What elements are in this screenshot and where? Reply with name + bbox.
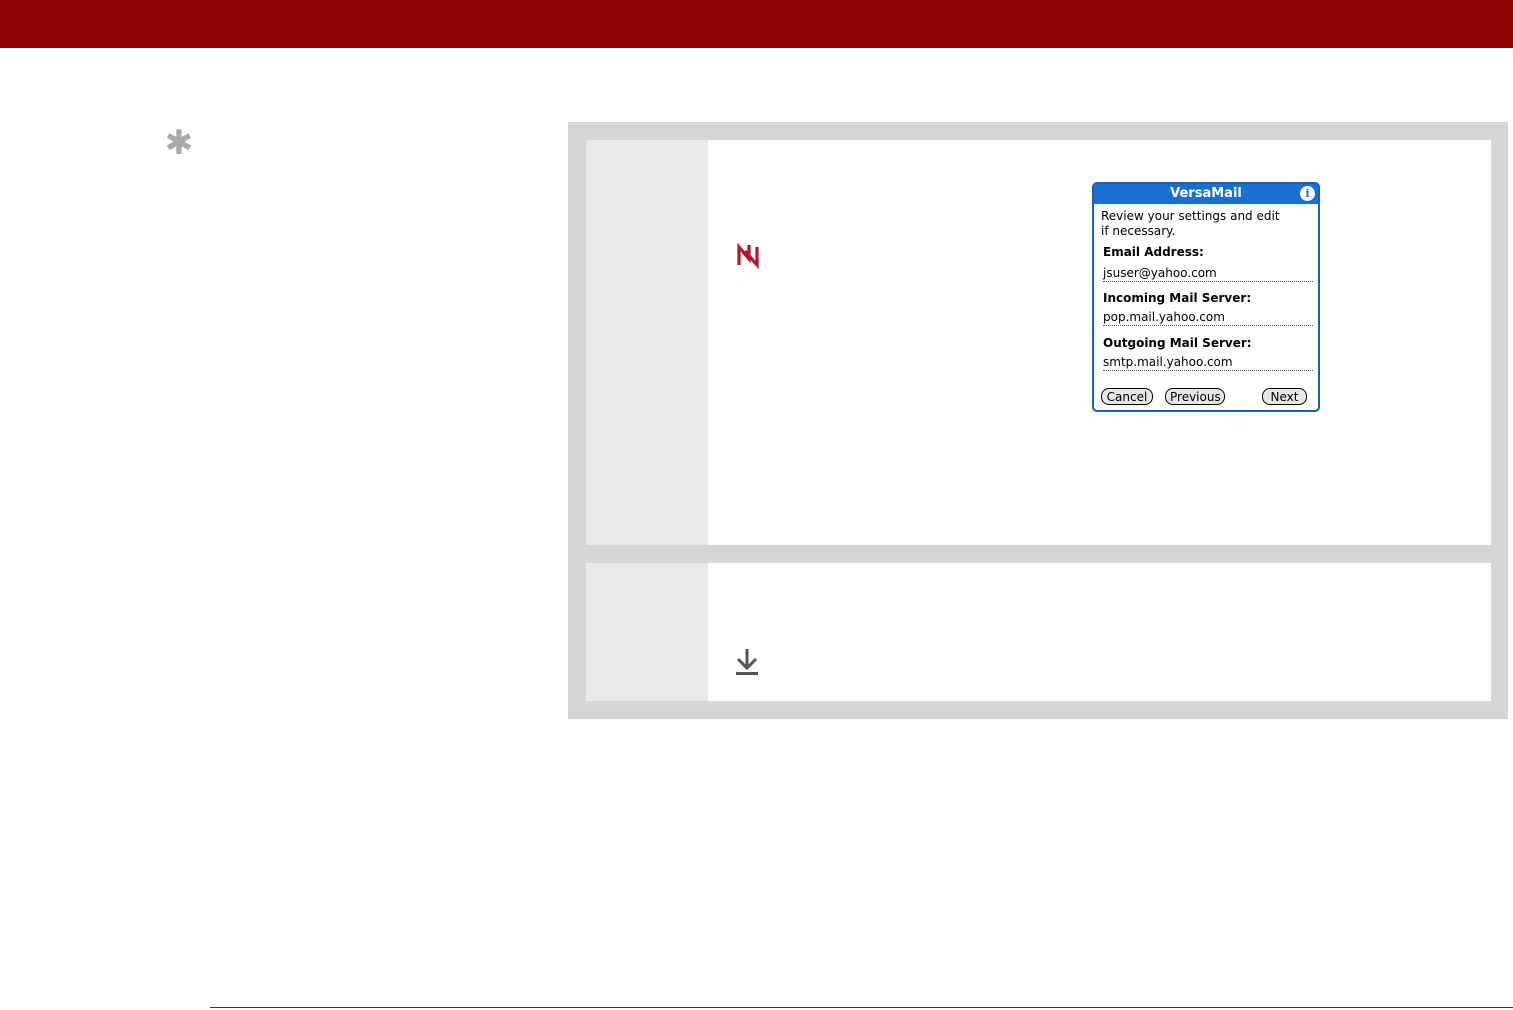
info-icon[interactable]: i: [1300, 186, 1315, 201]
dialog-title: VersaMail: [1170, 186, 1242, 201]
asterisk-icon: ✱: [164, 123, 194, 163]
next-button[interactable]: Next: [1262, 388, 1307, 405]
email-address-label: Email Address:: [1103, 245, 1204, 259]
step-number-column: [586, 563, 708, 701]
step-2: [586, 563, 1491, 701]
outgoing-server-label: Outgoing Mail Server:: [1103, 336, 1252, 350]
done-download-icon: [736, 649, 758, 675]
versamail-dialog: VersaMail i Review your settings and edi…: [1092, 182, 1320, 412]
incoming-server-field[interactable]: pop.mail.yahoo.com: [1103, 310, 1313, 326]
incoming-server-label: Incoming Mail Server:: [1103, 291, 1252, 305]
footer-divider: [210, 1007, 1513, 1008]
step-1: VersaMail i Review your settings and edi…: [586, 140, 1491, 545]
dialog-intro-text: Review your settings and edit if necessa…: [1101, 209, 1280, 238]
outgoing-server-field[interactable]: smtp.mail.yahoo.com: [1103, 355, 1313, 371]
important-icon: [737, 242, 759, 269]
dialog-title-bar: VersaMail i: [1094, 184, 1318, 204]
previous-button[interactable]: Previous: [1165, 388, 1225, 405]
email-address-field[interactable]: jsuser@yahoo.com: [1103, 266, 1313, 282]
step-number-column: [586, 140, 708, 545]
cancel-button[interactable]: Cancel: [1101, 388, 1153, 405]
header-bar: [0, 0, 1513, 48]
steps-panel: VersaMail i Review your settings and edi…: [568, 122, 1508, 719]
